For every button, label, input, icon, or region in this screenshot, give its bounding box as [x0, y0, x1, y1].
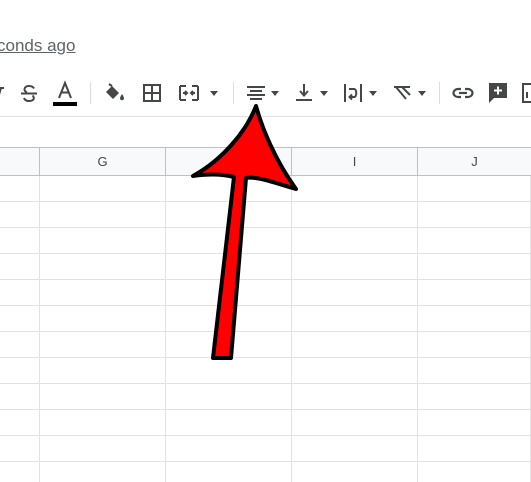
grid-cell[interactable] — [418, 332, 531, 358]
grid-cell[interactable] — [40, 436, 166, 462]
text-rotation-icon[interactable] — [390, 80, 414, 106]
grid-cell[interactable] — [0, 280, 40, 306]
grid-cell[interactable] — [418, 202, 531, 228]
strikethrough-icon[interactable] — [16, 80, 42, 106]
grid-cell[interactable] — [166, 306, 292, 332]
grid-cell[interactable] — [418, 228, 531, 254]
grid-cell[interactable] — [166, 254, 292, 280]
toolbar-divider — [233, 82, 234, 104]
grid-cell[interactable] — [166, 462, 292, 482]
grid-cell[interactable] — [0, 436, 40, 462]
grid-cell[interactable] — [40, 384, 166, 410]
text-color-icon[interactable] — [52, 80, 78, 106]
grid-cell[interactable] — [0, 462, 40, 482]
grid-cell[interactable] — [166, 202, 292, 228]
grid-cell[interactable] — [40, 254, 166, 280]
grid-cell[interactable] — [418, 176, 531, 202]
column-header-g[interactable]: G — [40, 148, 166, 175]
borders-icon[interactable] — [139, 80, 165, 106]
grid-cell[interactable] — [166, 384, 292, 410]
grid-cell[interactable] — [166, 280, 292, 306]
last-edit-link[interactable]: conds ago — [0, 36, 75, 56]
text-rotation-dropdown-icon[interactable] — [415, 80, 429, 106]
grid-cell[interactable] — [40, 202, 166, 228]
grid-cell[interactable] — [0, 228, 40, 254]
grid-cell[interactable] — [0, 384, 40, 410]
grid-cell[interactable] — [292, 306, 418, 332]
grid-cell[interactable] — [418, 306, 531, 332]
horizontal-align-dropdown-icon[interactable] — [268, 80, 282, 106]
cell-grid — [0, 176, 531, 482]
grid-cell[interactable] — [0, 176, 40, 202]
grid-cell[interactable] — [0, 306, 40, 332]
grid-cell[interactable] — [40, 332, 166, 358]
column-header-i[interactable]: I — [292, 148, 418, 175]
grid-cell[interactable] — [292, 462, 418, 482]
grid-cell[interactable] — [292, 176, 418, 202]
text-wrapping-dropdown-icon[interactable] — [366, 80, 380, 106]
vertical-align-dropdown-icon[interactable] — [317, 80, 331, 106]
grid-cell[interactable] — [292, 202, 418, 228]
grid-cell[interactable] — [292, 358, 418, 384]
grid-cell[interactable] — [418, 384, 531, 410]
grid-cell[interactable] — [40, 358, 166, 384]
grid-cell[interactable] — [40, 280, 166, 306]
grid-cell[interactable] — [292, 384, 418, 410]
column-header-j[interactable]: J — [418, 148, 531, 175]
italic-icon[interactable] — [0, 80, 6, 106]
grid-cell[interactable] — [292, 410, 418, 436]
grid-cell[interactable] — [292, 228, 418, 254]
grid-cell[interactable] — [166, 332, 292, 358]
merge-dropdown-icon[interactable] — [207, 80, 221, 106]
horizontal-align-icon[interactable] — [244, 80, 268, 106]
grid-cell[interactable] — [0, 358, 40, 384]
grid-cell[interactable] — [0, 202, 40, 228]
column-header-h[interactable] — [166, 148, 292, 175]
comment-add-icon[interactable] — [486, 80, 510, 106]
grid-cell[interactable] — [166, 358, 292, 384]
vertical-align-icon[interactable] — [292, 80, 316, 106]
grid-cell[interactable] — [418, 254, 531, 280]
formatting-toolbar — [0, 70, 531, 117]
link-icon[interactable] — [450, 80, 476, 106]
grid-cell[interactable] — [166, 228, 292, 254]
grid-cell[interactable] — [40, 306, 166, 332]
grid-cell[interactable] — [0, 254, 40, 280]
grid-cell[interactable] — [292, 436, 418, 462]
grid-cell[interactable] — [166, 410, 292, 436]
grid-cell[interactable] — [292, 332, 418, 358]
grid-cell[interactable] — [166, 176, 292, 202]
column-header-row: G I J — [0, 147, 531, 176]
merge-cells-icon[interactable] — [176, 80, 202, 106]
toolbar-divider — [439, 82, 440, 104]
grid-cell[interactable] — [418, 358, 531, 384]
grid-cell[interactable] — [166, 436, 292, 462]
column-header-f[interactable] — [0, 148, 40, 175]
grid-cell[interactable] — [40, 228, 166, 254]
grid-cell[interactable] — [292, 254, 418, 280]
grid-cell[interactable] — [418, 436, 531, 462]
grid-cell[interactable] — [418, 410, 531, 436]
grid-cell[interactable] — [418, 462, 531, 482]
spreadsheet-screen: conds ago G I J — [0, 0, 531, 482]
grid-cell[interactable] — [40, 176, 166, 202]
grid-cell[interactable] — [40, 410, 166, 436]
grid-cell[interactable] — [418, 280, 531, 306]
grid-cell[interactable] — [0, 410, 40, 436]
chart-icon[interactable] — [521, 80, 531, 106]
fill-color-icon[interactable] — [101, 80, 127, 106]
toolbar-divider — [90, 82, 91, 104]
grid-cell[interactable] — [0, 332, 40, 358]
grid-cell[interactable] — [40, 462, 166, 482]
sheet-spacer — [0, 117, 531, 147]
text-wrapping-icon[interactable] — [341, 80, 365, 106]
grid-cell[interactable] — [292, 280, 418, 306]
